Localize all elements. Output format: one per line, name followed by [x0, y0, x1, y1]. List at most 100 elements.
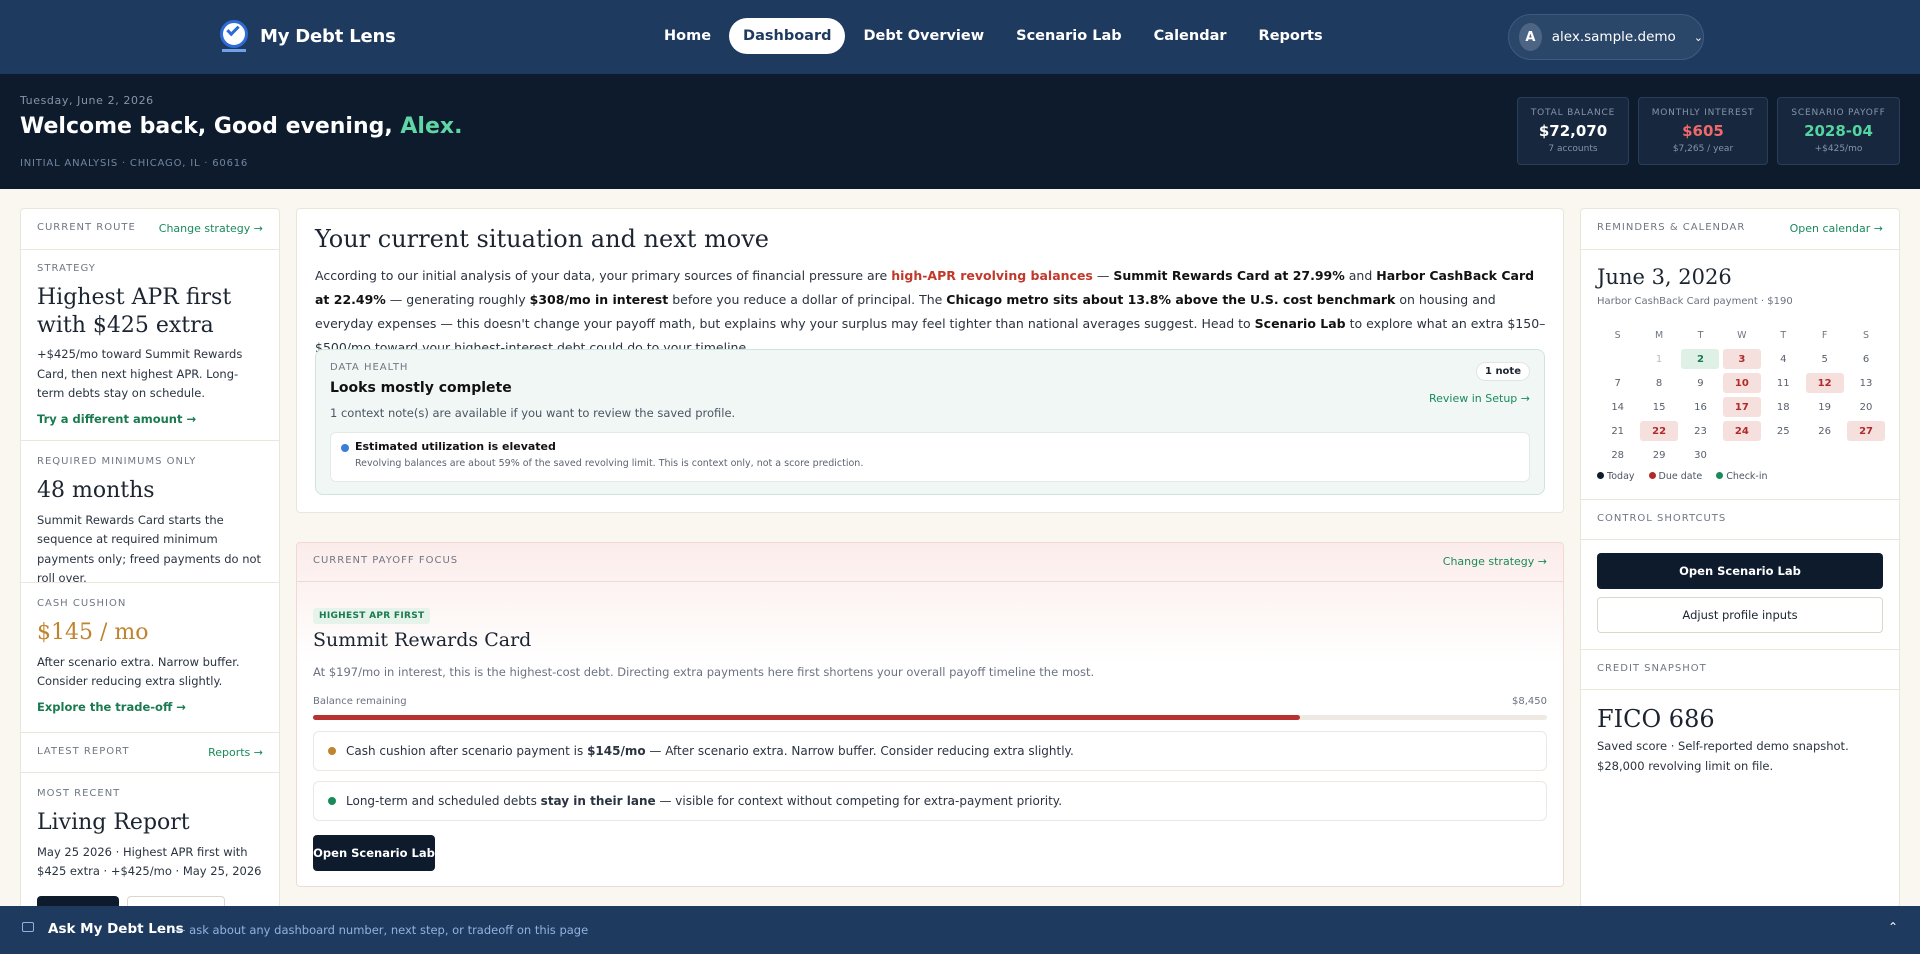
- credit-text: Saved score · Self-reported demo snapsho…: [1597, 739, 1849, 773]
- calendar-day[interactable]: 27: [1845, 419, 1886, 443]
- minimums-title: 48 months: [37, 478, 155, 503]
- hero-location: INITIAL ANALYSIS · CHICAGO, IL · 60616: [20, 158, 249, 169]
- calendar-day[interactable]: 14: [1597, 395, 1638, 419]
- open-calendar-link[interactable]: Open calendar →: [1790, 222, 1883, 235]
- nav-dashboard[interactable]: Dashboard: [729, 18, 846, 54]
- note-title: Estimated utilization is elevated: [355, 440, 556, 453]
- adjust-profile-inputs-button[interactable]: Adjust profile inputs: [1597, 597, 1883, 633]
- logo-check-icon: [218, 18, 250, 54]
- ask-title: Ask My Debt Lens: [48, 921, 184, 937]
- data-health-title: Looks mostly complete: [330, 380, 512, 396]
- weekday-header: T: [1780, 329, 1787, 341]
- strategy-title: Highest APR first with $425 extra: [37, 285, 232, 338]
- calendar-day[interactable]: 6: [1845, 347, 1886, 371]
- recent-report-text: May 25 2026 · Highest APR first with $42…: [37, 844, 262, 879]
- calendar-day[interactable]: 30: [1680, 443, 1721, 467]
- route-change-strategy-link[interactable]: Change strategy →: [159, 222, 263, 235]
- current-route-card: CURRENT ROUTE Change strategy → STRATEGY…: [20, 208, 280, 928]
- credit-label: CREDIT SNAPSHOT: [1597, 663, 1707, 674]
- weekday-header: S: [1863, 329, 1870, 341]
- avatar: A: [1519, 23, 1542, 51]
- try-different-amount-link[interactable]: Try a different amount →: [37, 412, 263, 426]
- nav-debt-overview[interactable]: Debt Overview: [849, 18, 998, 54]
- weekday-header: S: [1614, 329, 1621, 341]
- data-health-badge: 1 note: [1476, 362, 1530, 381]
- checkin-dot-icon: [1716, 472, 1724, 479]
- calendar-day[interactable]: 19: [1804, 395, 1845, 419]
- calendar-empty: [1845, 443, 1886, 467]
- nav-scenario-lab[interactable]: Scenario Lab: [1002, 18, 1136, 54]
- focus-change-strategy-link[interactable]: Change strategy →: [1443, 555, 1547, 568]
- today-dot-icon: [1597, 472, 1604, 479]
- cash-cushion-row: Cash cushion after scenario payment is $…: [313, 731, 1547, 771]
- calendar-day[interactable]: 23: [1680, 419, 1721, 443]
- calendar-day[interactable]: 22: [1638, 419, 1679, 443]
- welcome-name: Alex.: [400, 114, 463, 139]
- chat-icon: [22, 922, 34, 932]
- strategy-tag: HIGHEST APR FIRST: [313, 608, 431, 624]
- chevron-up-icon[interactable]: ⌃: [1888, 920, 1898, 934]
- review-in-setup-link[interactable]: Review in Setup →: [1429, 392, 1530, 405]
- stat-total-balance: TOTAL BALANCE $72,070 7 accounts: [1517, 97, 1629, 165]
- balance-progress-bar: [313, 715, 1547, 720]
- calendar-day[interactable]: 10: [1721, 371, 1762, 395]
- nav-reports[interactable]: Reports: [1245, 18, 1337, 54]
- calendar-day[interactable]: 11: [1763, 371, 1804, 395]
- calendar-day[interactable]: 20: [1845, 395, 1886, 419]
- focus-debt-title: Summit Rewards Card: [313, 629, 532, 651]
- calendar-day[interactable]: 1: [1638, 347, 1679, 371]
- calendar-day[interactable]: 8: [1638, 371, 1679, 395]
- focus-text: At $197/mo in interest, this is the high…: [313, 665, 1095, 679]
- info-dot-icon: [341, 444, 349, 452]
- calendar-day[interactable]: 24: [1721, 419, 1762, 443]
- cushion-label: CASH CUSHION: [37, 598, 127, 609]
- weekday-header: W: [1737, 329, 1747, 341]
- calendar-day[interactable]: 5: [1804, 347, 1845, 371]
- focus-label: CURRENT PAYOFF FOCUS: [313, 555, 459, 566]
- cushion-text: After scenario extra. Narrow buffer. Con…: [37, 654, 240, 689]
- calendar-day[interactable]: 2: [1680, 347, 1721, 371]
- calendar-selected-date: June 3, 2026: [1597, 265, 1732, 289]
- ask-bar[interactable]: Ask My Debt Lens — ask about any dashboa…: [0, 906, 1920, 954]
- payoff-focus-card: CURRENT PAYOFF FOCUS Change strategy → H…: [296, 542, 1564, 887]
- recent-label: MOST RECENT: [37, 788, 121, 799]
- calendar-day[interactable]: 4: [1763, 347, 1804, 371]
- brand[interactable]: My Debt Lens: [218, 18, 396, 54]
- data-health-label: DATA HEALTH: [330, 362, 409, 373]
- calendar-day[interactable]: 18: [1763, 395, 1804, 419]
- situation-title: Your current situation and next move: [315, 225, 769, 253]
- credit-score: FICO 686: [1597, 705, 1715, 733]
- data-health-text: 1 context note(s) are available if you w…: [330, 406, 736, 420]
- calendar-day[interactable]: 3: [1721, 347, 1762, 371]
- minimums-label: REQUIRED MINIMUMS ONLY: [37, 456, 197, 467]
- shortcut-open-scenario-lab-button[interactable]: Open Scenario Lab: [1597, 553, 1883, 589]
- nav-links: Home Dashboard Debt Overview Scenario La…: [650, 18, 1337, 54]
- user-name: alex.sample.demo: [1551, 29, 1676, 45]
- utilization-note: Estimated utilization is elevated Revolv…: [330, 432, 1530, 482]
- welcome-heading: Welcome back, Good evening, Alex.: [20, 114, 463, 139]
- calendar-day[interactable]: 15: [1638, 395, 1679, 419]
- reports-link[interactable]: Reports →: [208, 746, 263, 759]
- calendar-day[interactable]: 9: [1680, 371, 1721, 395]
- chevron-down-icon: ⌄: [1693, 30, 1703, 44]
- cushion-title: $145 / mo: [37, 620, 149, 645]
- calendar-grid: S M T W T F S 1 2 3 4 5 6 7 8 9 10 11 12 13 14 15 16 17 18 19 20 21…: [1597, 323, 1887, 467]
- open-scenario-lab-button[interactable]: Open Scenario Lab: [313, 835, 435, 871]
- calendar-day[interactable]: 13: [1845, 371, 1886, 395]
- calendar-day[interactable]: 17: [1721, 395, 1762, 419]
- nav-home[interactable]: Home: [650, 18, 725, 54]
- calendar-day[interactable]: 29: [1638, 443, 1679, 467]
- calendar-day[interactable]: 25: [1763, 419, 1804, 443]
- explore-tradeoff-link[interactable]: Explore the trade-off →: [37, 700, 263, 714]
- calendar-day[interactable]: 12: [1804, 371, 1845, 395]
- calendar-day[interactable]: 28: [1597, 443, 1638, 467]
- shortcuts-label: CONTROL SHORTCUTS: [1597, 513, 1727, 524]
- calendar-day[interactable]: 7: [1597, 371, 1638, 395]
- nav-calendar[interactable]: Calendar: [1140, 18, 1241, 54]
- stat-monthly-interest: MONTHLY INTEREST $605 $7,265 / year: [1638, 97, 1768, 165]
- calendar-day[interactable]: 26: [1804, 419, 1845, 443]
- calendar-day[interactable]: 21: [1597, 419, 1638, 443]
- calendar-day[interactable]: 16: [1680, 395, 1721, 419]
- top-nav: My Debt Lens Home Dashboard Debt Overvie…: [0, 0, 1920, 74]
- user-menu[interactable]: A alex.sample.demo ⌄: [1508, 14, 1704, 60]
